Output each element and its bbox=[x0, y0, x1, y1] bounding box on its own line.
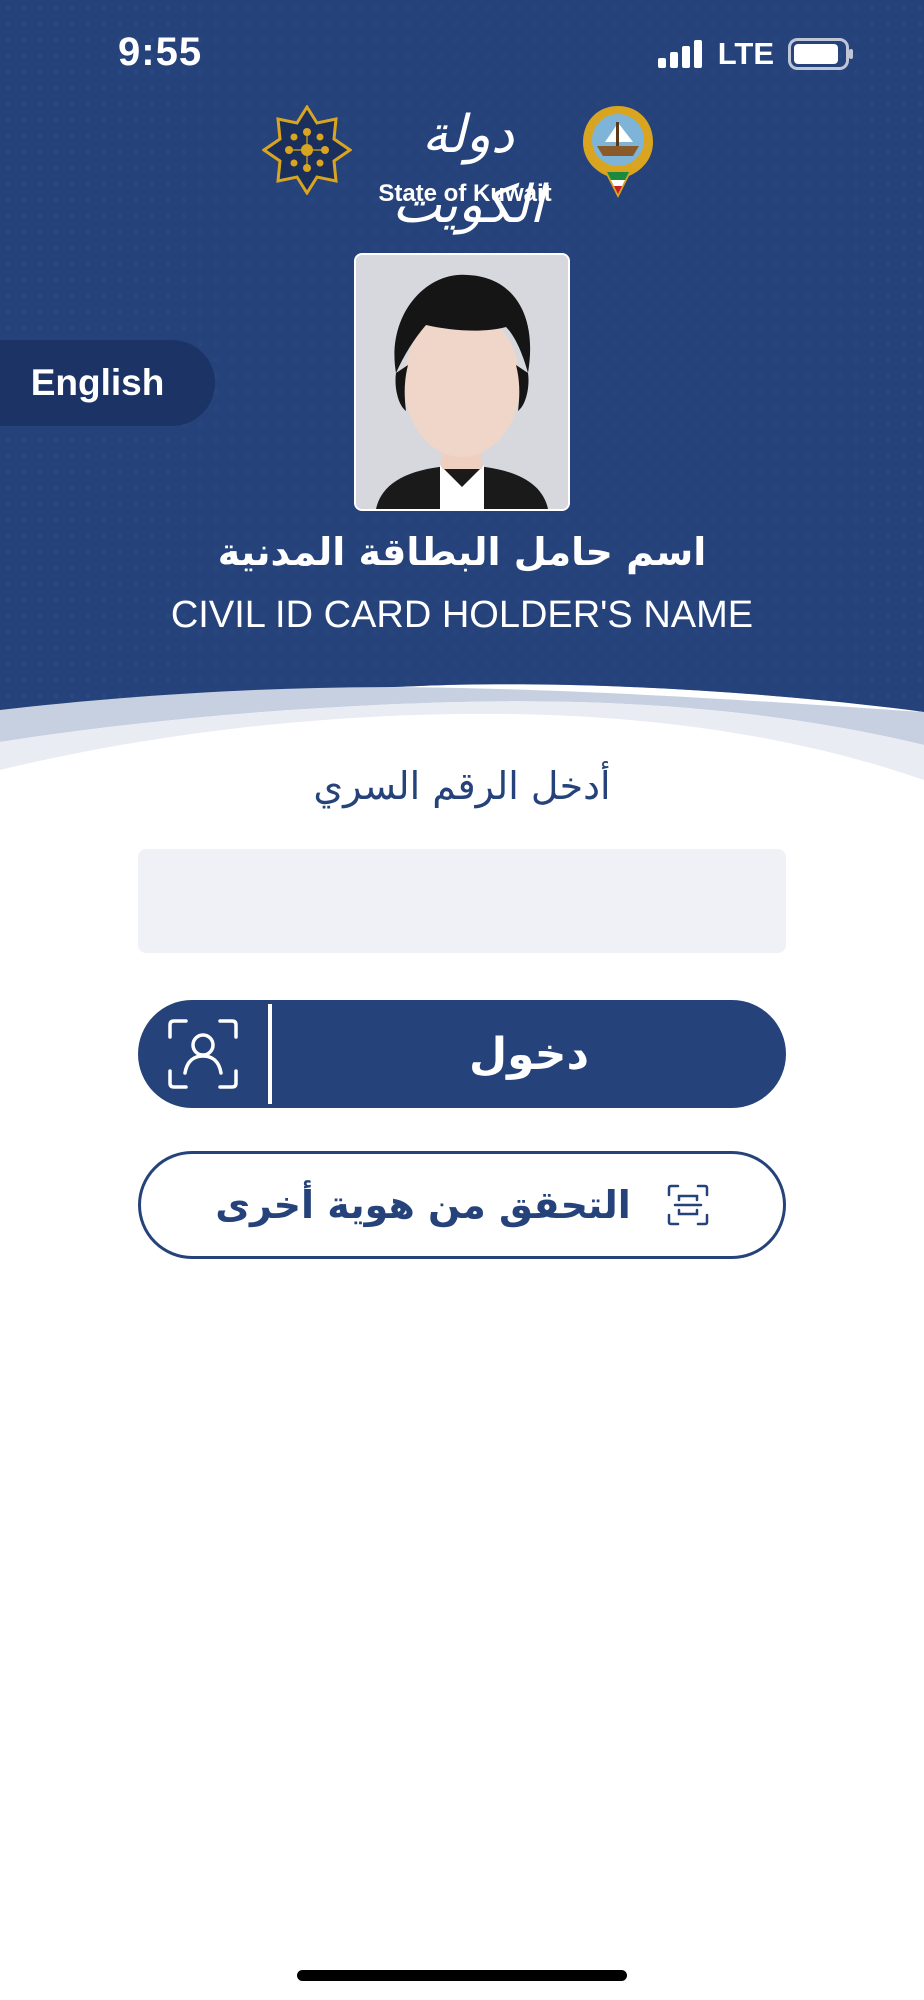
battery-icon bbox=[788, 38, 853, 70]
app-screen: 9:55 LTE دولة الكويت State of Kuwait Eng… bbox=[0, 0, 924, 2000]
login-label: دخول bbox=[468, 1028, 590, 1080]
status-bar: 9:55 LTE bbox=[0, 0, 924, 110]
verify-other-identity-button[interactable]: التحقق من هوية أخرى bbox=[138, 1151, 786, 1259]
scan-icon bbox=[667, 1184, 709, 1226]
status-time: 9:55 bbox=[118, 30, 203, 74]
pin-input[interactable] bbox=[138, 849, 786, 953]
language-toggle-button[interactable]: English bbox=[0, 340, 215, 426]
face-id-button[interactable] bbox=[138, 1000, 268, 1108]
brand-header: دولة الكويت State of Kuwait bbox=[0, 100, 924, 235]
pin-label: أدخل الرقم السري bbox=[313, 764, 611, 808]
signal-icon bbox=[657, 40, 702, 68]
network-label: LTE bbox=[717, 36, 774, 71]
verify-other-identity-label: التحقق من هوية أخرى bbox=[215, 1183, 631, 1227]
home-indicator bbox=[297, 1970, 627, 1981]
login-button[interactable]: دخول bbox=[138, 1000, 786, 1108]
star-emblem-icon bbox=[262, 105, 352, 195]
holder-photo bbox=[354, 253, 570, 511]
logo-arabic: دولة الكويت bbox=[392, 105, 544, 235]
logo-english: State of Kuwait bbox=[378, 180, 552, 207]
holder-name-english: CIVIL ID CARD HOLDER'S NAME bbox=[170, 594, 754, 636]
holder-name-arabic: اسم حامل البطاقة المدنية bbox=[217, 530, 707, 574]
coat-of-arms-icon bbox=[583, 106, 653, 198]
avatar-placeholder bbox=[356, 255, 568, 509]
status-indicators: LTE bbox=[657, 36, 854, 72]
face-id-icon bbox=[168, 1019, 238, 1089]
